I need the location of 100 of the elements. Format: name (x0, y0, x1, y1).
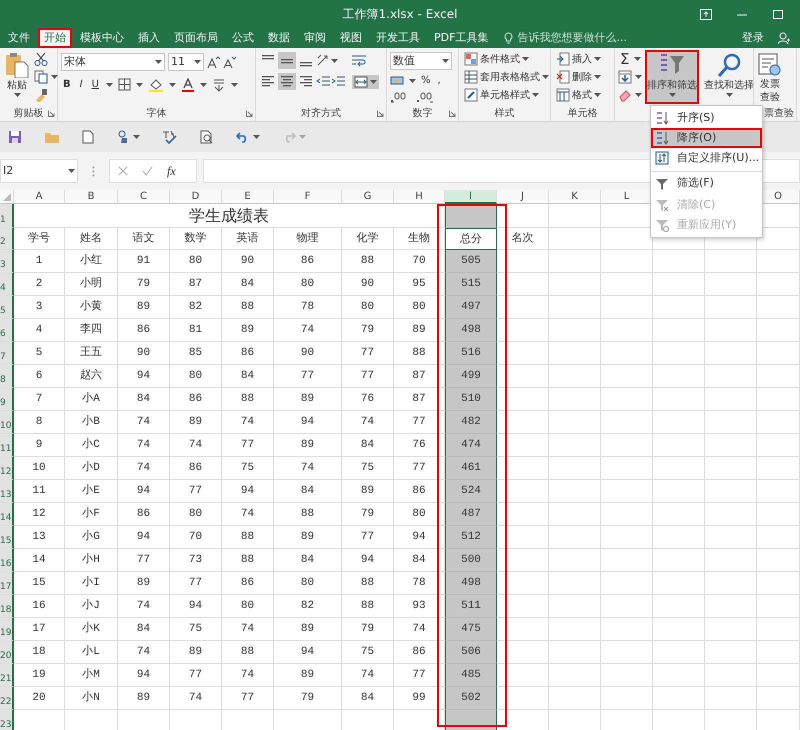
increase-decimal-icon[interactable] (390, 91, 408, 103)
sign-in-link[interactable]: 登录 (742, 30, 764, 46)
ribbon-tab[interactable]: 视图 (334, 28, 368, 48)
ribbon-tab[interactable]: 页面布局 (168, 28, 224, 48)
row-header[interactable]: 14 (0, 503, 14, 526)
row-header[interactable]: 19 (0, 618, 14, 641)
user-icon[interactable] (778, 32, 790, 44)
maximize-icon[interactable] (772, 8, 784, 20)
caret-icon[interactable] (200, 82, 207, 86)
caret-icon[interactable] (594, 75, 601, 79)
dialog-launcher-icon[interactable] (246, 110, 253, 117)
row-header[interactable]: 12 (0, 457, 14, 480)
phonetic-guide-icon[interactable] (212, 78, 226, 92)
caret-icon[interactable] (331, 58, 338, 62)
decrease-font-size-icon[interactable] (223, 56, 236, 68)
ribbon-tab[interactable]: PDF工具集 (428, 28, 494, 48)
caret-icon[interactable] (532, 93, 539, 97)
format-painter-icon[interactable] (34, 88, 48, 102)
row-header[interactable]: 2 (0, 228, 14, 250)
wrap-text-icon[interactable] (351, 54, 367, 68)
save-icon[interactable] (8, 130, 22, 144)
row-header[interactable]: 7 (0, 342, 14, 365)
caret-icon[interactable] (594, 57, 601, 61)
menu-item[interactable]: 自定义排序(U)... (651, 148, 762, 168)
new-document-icon[interactable] (82, 130, 94, 144)
row-header[interactable]: 9 (0, 388, 14, 411)
format-button[interactable]: 格式 (554, 87, 603, 103)
underline-button[interactable]: U (90, 77, 101, 92)
caret-icon[interactable] (409, 78, 416, 82)
fill-color-icon[interactable] (148, 78, 164, 92)
column-header[interactable]: A (14, 190, 65, 204)
menu-item[interactable]: 降序(O) (651, 128, 762, 148)
find-select-button[interactable]: 查找和选择 (702, 50, 756, 104)
row-header[interactable]: 1 (0, 204, 14, 228)
ribbon-display-icon[interactable] (700, 8, 712, 20)
caret-icon[interactable] (194, 60, 201, 64)
touch-mode-icon[interactable] (116, 130, 130, 144)
increase-font-size-icon[interactable] (207, 56, 220, 68)
row-header[interactable]: 16 (0, 549, 14, 572)
column-header[interactable]: L (601, 190, 653, 204)
ribbon-tab[interactable]: 公式 (226, 28, 260, 48)
row-header[interactable]: 3 (0, 250, 14, 273)
column-header[interactable]: G (342, 190, 394, 204)
column-header[interactable]: B (65, 190, 118, 204)
column-header[interactable]: D (170, 190, 222, 204)
ribbon-tab[interactable]: 插入 (132, 28, 166, 48)
currency-icon[interactable] (390, 74, 406, 86)
print-preview-icon[interactable] (200, 130, 214, 144)
row-header[interactable]: 13 (0, 480, 14, 503)
row-header[interactable]: 21 (0, 664, 14, 687)
column-header[interactable]: H (394, 190, 445, 204)
menu-item[interactable]: 升序(S) (651, 108, 762, 128)
font-name-field[interactable]: 宋体 (61, 53, 165, 71)
caret-icon[interactable] (635, 93, 642, 98)
caret-icon[interactable] (230, 82, 238, 86)
column-header[interactable]: C (118, 190, 170, 204)
delete-button[interactable]: 删除 (554, 69, 603, 85)
caret-icon[interactable] (155, 60, 162, 64)
increase-indent-icon[interactable] (331, 75, 345, 88)
menu-item[interactable]: 筛选(F) (651, 171, 762, 195)
italic-button[interactable]: I (78, 77, 85, 92)
autosum-button[interactable]: Σ (618, 52, 632, 67)
caret-icon[interactable] (370, 80, 377, 84)
caret-icon[interactable] (168, 82, 176, 86)
ribbon-tab[interactable]: 开始 (38, 28, 72, 48)
ribbon-tab[interactable]: 文件 (2, 28, 36, 48)
font-color-icon[interactable] (180, 78, 195, 92)
caret-icon[interactable] (542, 75, 549, 79)
caret-icon[interactable] (726, 93, 732, 97)
ribbon-tab[interactable]: 审阅 (298, 28, 332, 48)
row-header[interactable]: 5 (0, 296, 14, 319)
invoice-check-button[interactable]: 发票 查验 (757, 50, 783, 104)
caret-icon[interactable] (106, 82, 113, 86)
middle-align-icon[interactable] (278, 52, 296, 69)
caret-icon[interactable] (14, 93, 20, 97)
column-header[interactable]: F (274, 190, 342, 204)
row-header[interactable]: 8 (0, 365, 14, 388)
row-header[interactable]: 15 (0, 526, 14, 549)
caret-icon[interactable] (51, 75, 58, 79)
row-header[interactable]: 10 (0, 411, 14, 434)
name-box[interactable]: I2 (0, 159, 78, 183)
row-header[interactable]: 6 (0, 319, 14, 342)
borders-icon[interactable] (118, 78, 131, 91)
sort-filter-button[interactable]: 排序和筛选 (645, 50, 699, 104)
bold-button[interactable]: B (61, 77, 73, 92)
caret-icon[interactable] (635, 75, 642, 80)
row-header[interactable]: 18 (0, 595, 14, 618)
ribbon-tab[interactable]: 数据 (262, 28, 296, 48)
insert-function-button[interactable]: fx (167, 162, 176, 180)
caret-icon[interactable] (634, 57, 642, 62)
caret-icon[interactable] (253, 135, 260, 139)
caret-icon[interactable] (136, 82, 143, 86)
number-format-field[interactable]: 数值 (390, 52, 452, 70)
row-header[interactable]: 22 (0, 687, 14, 710)
ribbon-tab[interactable]: 模板中心 (74, 28, 130, 48)
fill-down-icon[interactable] (618, 70, 632, 84)
decrease-indent-icon[interactable] (316, 75, 330, 88)
row-header[interactable]: 23 (0, 710, 14, 730)
dialog-launcher-icon[interactable] (449, 110, 456, 117)
decrease-decimal-icon[interactable] (416, 91, 434, 103)
